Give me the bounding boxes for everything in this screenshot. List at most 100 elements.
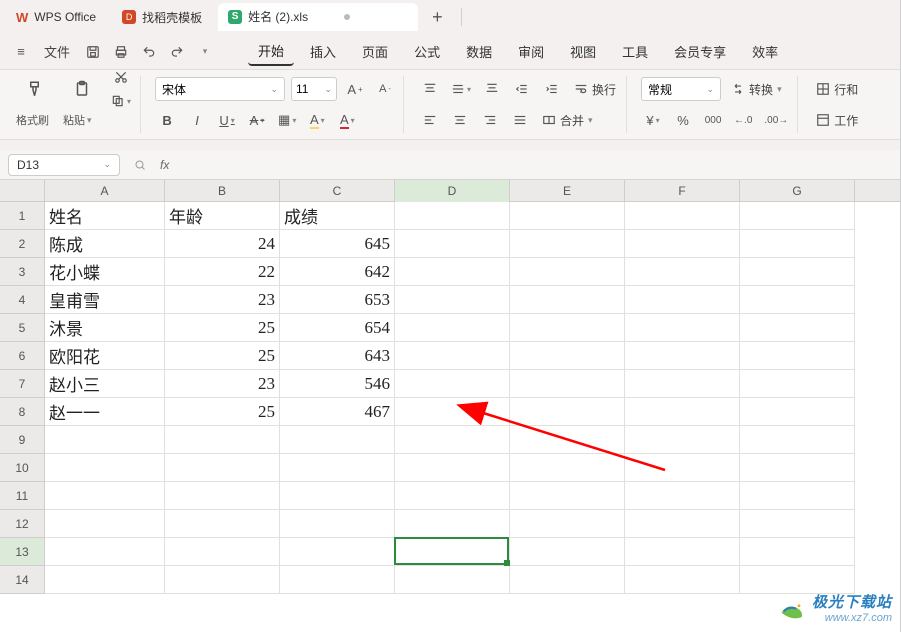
menu-icon[interactable]: ≡ bbox=[10, 41, 32, 63]
worksheet-button[interactable]: 工作 bbox=[812, 112, 862, 129]
cell-F2[interactable] bbox=[625, 230, 740, 258]
cell-E4[interactable] bbox=[510, 286, 625, 314]
menu-vip[interactable]: 会员专享 bbox=[664, 38, 736, 65]
cell-F11[interactable] bbox=[625, 482, 740, 510]
cell-A14[interactable] bbox=[45, 566, 165, 594]
cell-G8[interactable] bbox=[740, 398, 855, 426]
strike-button[interactable]: A▾ bbox=[245, 109, 269, 131]
cell-F9[interactable] bbox=[625, 426, 740, 454]
underline-button[interactable]: U▾ bbox=[215, 109, 239, 131]
cell-C1[interactable]: 成绩 bbox=[280, 202, 395, 230]
cell-E3[interactable] bbox=[510, 258, 625, 286]
wrap-text-button[interactable]: 换行 bbox=[570, 81, 620, 98]
currency-button[interactable]: ¥▾ bbox=[641, 109, 665, 131]
cell-A8[interactable]: 赵一一 bbox=[45, 398, 165, 426]
cell-B8[interactable]: 25 bbox=[165, 398, 280, 426]
file-menu[interactable]: 文件 bbox=[38, 40, 76, 63]
spreadsheet[interactable]: ABCDEFG 1234567891011121314 姓名年龄成绩陈成2464… bbox=[0, 180, 900, 632]
cell-D8[interactable] bbox=[395, 398, 510, 426]
cell-A2[interactable]: 陈成 bbox=[45, 230, 165, 258]
new-tab-button[interactable]: + bbox=[424, 7, 451, 28]
cell-A9[interactable] bbox=[45, 426, 165, 454]
cell-D2[interactable] bbox=[395, 230, 510, 258]
font-color-button[interactable]: A▾ bbox=[335, 109, 359, 131]
cell-B4[interactable]: 23 bbox=[165, 286, 280, 314]
row-header-11[interactable]: 11 bbox=[0, 482, 45, 510]
cell-A4[interactable]: 皇甫雪 bbox=[45, 286, 165, 314]
cell-A1[interactable]: 姓名 bbox=[45, 202, 165, 230]
format-painter-button[interactable] bbox=[16, 79, 56, 99]
cell-G5[interactable] bbox=[740, 314, 855, 342]
number-format-select[interactable]: 常规⌄ bbox=[641, 77, 721, 101]
column-headers[interactable]: ABCDEFG bbox=[45, 180, 900, 202]
row-header-13[interactable]: 13 bbox=[0, 538, 45, 566]
name-box[interactable]: D13 ⌄ bbox=[8, 154, 120, 176]
cell-C13[interactable] bbox=[280, 538, 395, 566]
row-header-1[interactable]: 1 bbox=[0, 202, 45, 230]
cell-E11[interactable] bbox=[510, 482, 625, 510]
cell-C9[interactable] bbox=[280, 426, 395, 454]
cell-D5[interactable] bbox=[395, 314, 510, 342]
row-header-2[interactable]: 2 bbox=[0, 230, 45, 258]
more-icon[interactable]: ▾ bbox=[194, 41, 216, 63]
cell-E2[interactable] bbox=[510, 230, 625, 258]
cell-G13[interactable] bbox=[740, 538, 855, 566]
cell-E1[interactable] bbox=[510, 202, 625, 230]
col-header-A[interactable]: A bbox=[45, 180, 165, 202]
cell-B14[interactable] bbox=[165, 566, 280, 594]
cell-B12[interactable] bbox=[165, 510, 280, 538]
cell-F7[interactable] bbox=[625, 370, 740, 398]
cell-A3[interactable]: 花小蝶 bbox=[45, 258, 165, 286]
cell-D9[interactable] bbox=[395, 426, 510, 454]
align-center-button[interactable] bbox=[448, 109, 472, 131]
row-header-8[interactable]: 8 bbox=[0, 398, 45, 426]
cell-A11[interactable] bbox=[45, 482, 165, 510]
cell-A12[interactable] bbox=[45, 510, 165, 538]
cell-B13[interactable] bbox=[165, 538, 280, 566]
cell-G3[interactable] bbox=[740, 258, 855, 286]
menu-start[interactable]: 开始 bbox=[248, 37, 294, 66]
bold-button[interactable]: B bbox=[155, 109, 179, 131]
menu-insert[interactable]: 插入 bbox=[300, 38, 346, 65]
align-right-button[interactable] bbox=[478, 109, 502, 131]
cell-F1[interactable] bbox=[625, 202, 740, 230]
cell-E5[interactable] bbox=[510, 314, 625, 342]
cell-F14[interactable] bbox=[625, 566, 740, 594]
shrink-font-button[interactable]: A- bbox=[373, 78, 397, 100]
cell-B3[interactable]: 22 bbox=[165, 258, 280, 286]
cell-grid[interactable]: 姓名年龄成绩陈成24645花小蝶22642皇甫雪23653沐景25654欧阳花2… bbox=[45, 202, 900, 632]
cell-G2[interactable] bbox=[740, 230, 855, 258]
menu-review[interactable]: 审阅 bbox=[508, 38, 554, 65]
cell-E9[interactable] bbox=[510, 426, 625, 454]
cell-B2[interactable]: 24 bbox=[165, 230, 280, 258]
cell-C10[interactable] bbox=[280, 454, 395, 482]
row-header-7[interactable]: 7 bbox=[0, 370, 45, 398]
cell-E13[interactable] bbox=[510, 538, 625, 566]
col-header-D[interactable]: D bbox=[395, 180, 510, 202]
menu-data[interactable]: 数据 bbox=[456, 38, 502, 65]
cell-G6[interactable] bbox=[740, 342, 855, 370]
cell-F10[interactable] bbox=[625, 454, 740, 482]
paste-button[interactable] bbox=[62, 79, 102, 99]
cell-C8[interactable]: 467 bbox=[280, 398, 395, 426]
border-button[interactable]: ▦▾ bbox=[275, 109, 299, 131]
cell-G9[interactable] bbox=[740, 426, 855, 454]
cell-D4[interactable] bbox=[395, 286, 510, 314]
cell-C14[interactable] bbox=[280, 566, 395, 594]
comma-button[interactable]: 000 bbox=[701, 109, 725, 131]
print-icon[interactable] bbox=[110, 41, 132, 63]
decimal-dec-button[interactable]: .00→ bbox=[761, 109, 791, 131]
justify-button[interactable] bbox=[508, 109, 532, 131]
cell-G11[interactable] bbox=[740, 482, 855, 510]
col-header-C[interactable]: C bbox=[280, 180, 395, 202]
col-header-G[interactable]: G bbox=[740, 180, 855, 202]
cell-G4[interactable] bbox=[740, 286, 855, 314]
cell-C2[interactable]: 645 bbox=[280, 230, 395, 258]
select-all-corner[interactable] bbox=[0, 180, 45, 202]
align-middle-button[interactable]: ▾ bbox=[448, 78, 474, 100]
align-left-button[interactable] bbox=[418, 109, 442, 131]
merge-button[interactable]: 合并▾ bbox=[538, 112, 597, 129]
row-header-4[interactable]: 4 bbox=[0, 286, 45, 314]
italic-button[interactable]: I bbox=[185, 109, 209, 131]
cell-F3[interactable] bbox=[625, 258, 740, 286]
